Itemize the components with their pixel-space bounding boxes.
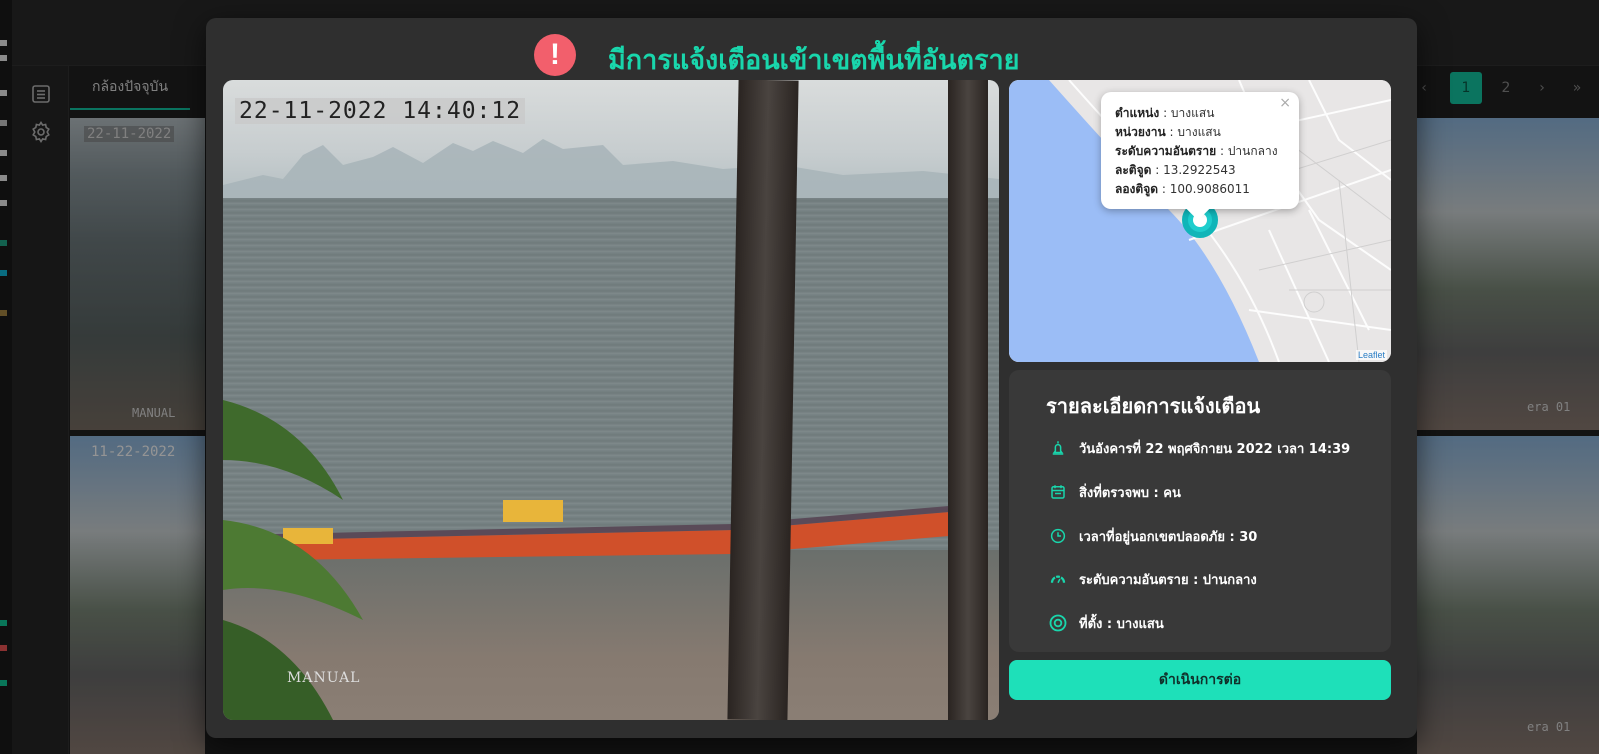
location-target-icon xyxy=(1047,612,1069,634)
location-map[interactable]: ตำแหน่ง : บางแสน หน่วยงาน : บางแสน ระดับ… xyxy=(1009,80,1391,362)
video-palm-leaves xyxy=(223,400,363,720)
video-skyline xyxy=(223,139,999,200)
alert-modal: ! มีการแจ้งเตือนเข้าเขตพื้นที่อันตราย 22… xyxy=(206,18,1417,738)
map-attribution-link[interactable]: Leaflet xyxy=(1355,350,1387,360)
popup-position: ตำแหน่ง : บางแสน xyxy=(1115,106,1215,120)
popup-longitude: ลองติจูด : 100.9086011 xyxy=(1115,182,1250,196)
exclamation-icon: ! xyxy=(534,34,576,76)
details-title: รายละเอียดการแจ้งเตือน xyxy=(1046,394,1261,418)
camera-video-feed[interactable]: 22-11-2022 14:40:12 MANUAL xyxy=(223,80,999,720)
alert-details-panel: รายละเอียดการแจ้งเตือน วันอังคารที่ 22 พ… xyxy=(1009,370,1391,652)
clock-icon xyxy=(1047,525,1069,547)
video-timestamp: 22-11-2022 14:40:12 xyxy=(235,98,526,124)
detail-row-time-outside: เวลาที่อยู่นอกเขตปลอดภัย : 30 xyxy=(1047,524,1257,548)
detail-row-location: ที่ตั้ง : บางแสน xyxy=(1047,611,1164,635)
map-popup: ตำแหน่ง : บางแสน หน่วยงาน : บางแสน ระดับ… xyxy=(1101,92,1299,221)
calendar-icon xyxy=(1047,481,1069,503)
popup-danger-level: ระดับความอันตราย : ปานกลาง xyxy=(1115,144,1278,158)
popup-unit: หน่วยงาน : บางแสน xyxy=(1115,125,1221,139)
detail-row-danger-level: ระดับความอันตราย : ปานกลาง xyxy=(1047,567,1257,591)
video-palm-trunk xyxy=(948,80,988,720)
popup-close-button[interactable]: × xyxy=(1279,94,1291,113)
alert-title: มีการแจ้งเตือนเข้าเขตพื้นที่อันตราย xyxy=(608,45,1020,76)
popup-latitude: ละติจูด : 13.2922543 xyxy=(1115,163,1236,177)
detail-row-detected: สิ่งที่ตรวจพบ : คน xyxy=(1047,480,1181,504)
alert-header: ! มีการแจ้งเตือนเข้าเขตพื้นที่อันตราย xyxy=(206,26,1417,86)
video-palm-trunk xyxy=(727,80,799,720)
video-mode-label: MANUAL xyxy=(287,670,361,686)
bell-icon xyxy=(1047,437,1069,459)
detail-row-datetime: วันอังคารที่ 22 พฤศจิกายน 2022 เวลา 14:3… xyxy=(1047,436,1350,460)
gauge-icon xyxy=(1047,568,1069,590)
continue-button[interactable]: ดำเนินการต่อ xyxy=(1009,660,1391,700)
